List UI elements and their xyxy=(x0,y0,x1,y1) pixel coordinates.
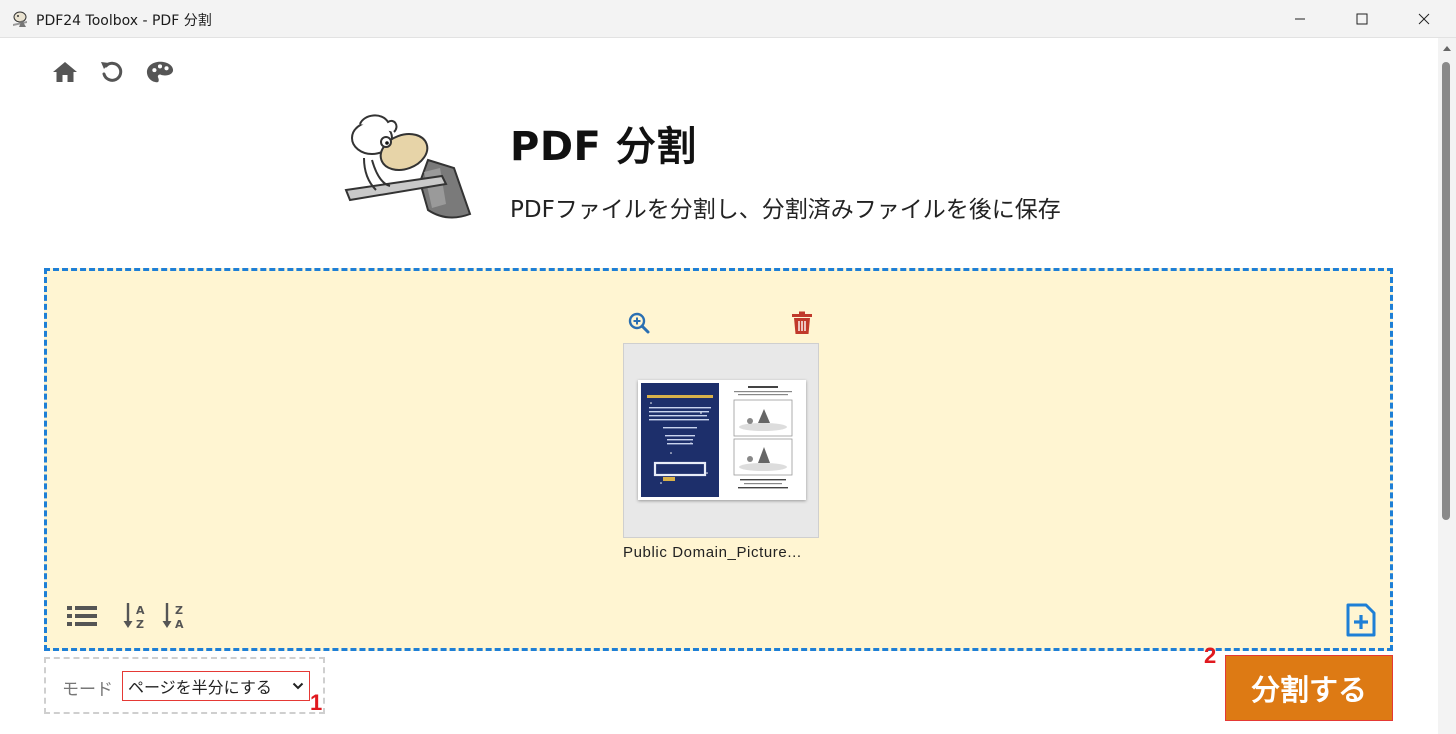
theme-button[interactable] xyxy=(146,58,174,86)
trash-icon[interactable] xyxy=(791,311,813,335)
add-file-icon[interactable] xyxy=(1344,603,1378,637)
mode-label: モード xyxy=(62,680,113,700)
split-button-label: 分割する xyxy=(1250,673,1367,707)
svg-text:A: A xyxy=(136,604,145,617)
scrollbar-thumb[interactable] xyxy=(1442,62,1450,520)
sort-za-icon[interactable]: Z A xyxy=(162,601,188,631)
app-logo-icon xyxy=(13,11,27,27)
maximize-button[interactable] xyxy=(1339,0,1385,38)
mode-option-panel: モード ページを半分にする xyxy=(44,657,325,714)
page-title: PDF 分割 xyxy=(510,124,697,170)
thumbnail-preview xyxy=(638,380,806,500)
maximize-icon xyxy=(1356,13,1368,25)
list-view-icon[interactable] xyxy=(65,603,99,629)
close-icon xyxy=(1418,13,1430,25)
minimize-button[interactable] xyxy=(1277,0,1323,38)
file-name-label: Public Domain_Picture... xyxy=(623,544,802,561)
window-title: PDF24 Toolbox - PDF 分割 xyxy=(36,13,212,29)
window-titlebar: PDF24 Toolbox - PDF 分割 xyxy=(0,0,1456,38)
home-button[interactable] xyxy=(51,58,79,86)
file-drop-zone[interactable]: Public Domain_Picture... A Z Z A xyxy=(44,268,1393,651)
palette-icon xyxy=(146,61,174,83)
sheep-mascot-illustration xyxy=(344,114,472,219)
vertical-scrollbar[interactable] xyxy=(1438,38,1456,734)
undo-button[interactable] xyxy=(98,58,126,86)
svg-text:Z: Z xyxy=(175,604,183,617)
main-content: PDF 分割 PDFファイルを分割し、分割済みファイルを後に保存 Public … xyxy=(0,38,1438,734)
svg-text:A: A xyxy=(175,618,184,631)
chevron-down-icon xyxy=(292,682,304,690)
close-button[interactable] xyxy=(1401,0,1447,38)
thumbnail-right-page xyxy=(724,383,802,497)
page-subtitle: PDFファイルを分割し、分割済みファイルを後に保存 xyxy=(510,197,1061,223)
callout-number-2: 2 xyxy=(1204,643,1217,668)
mode-select[interactable]: ページを半分にする xyxy=(122,671,310,701)
home-icon xyxy=(53,62,77,82)
pdf-thumbnail[interactable] xyxy=(623,343,819,538)
sort-az-icon[interactable]: A Z xyxy=(123,601,149,631)
zoom-in-icon[interactable] xyxy=(627,311,651,335)
split-button[interactable]: 分割する xyxy=(1225,655,1393,721)
svg-text:Z: Z xyxy=(136,618,144,631)
callout-number-1: 1 xyxy=(310,690,323,715)
scroll-up-arrow-icon[interactable] xyxy=(1442,44,1452,52)
thumbnail-left-page xyxy=(641,383,719,497)
mode-select-value: ページを半分にする xyxy=(128,678,272,697)
undo-icon xyxy=(101,61,123,82)
minimize-icon xyxy=(1295,18,1305,20)
